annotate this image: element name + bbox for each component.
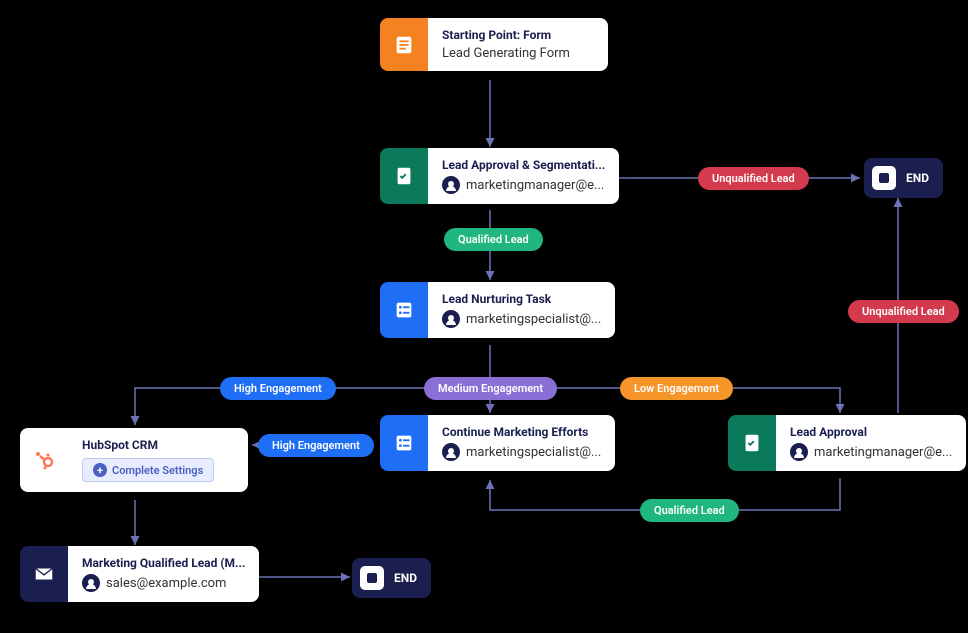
pill-unqualified-lead: Unqualified Lead (698, 167, 809, 190)
pill-low-engagement: Low Engagement (620, 377, 733, 400)
node-assignee: sales@example.com (82, 574, 245, 592)
approval-icon (728, 415, 776, 471)
node-title: Continue Marketing Efforts (442, 425, 601, 439)
node-title: Lead Approval (790, 425, 952, 439)
pill-high-engagement: High Engagement (258, 434, 374, 457)
node-mql[interactable]: Marketing Qualified Lead (M... sales@exa… (20, 546, 259, 602)
pill-qualified-lead: Qualified Lead (444, 228, 543, 251)
plus-icon: + (93, 463, 107, 477)
end-label: END (906, 171, 929, 185)
node-lead-approval[interactable]: Lead Approval marketingmanager@e... (728, 415, 966, 471)
stop-icon (872, 166, 896, 190)
pill-medium-engagement: Medium Engagement (424, 377, 557, 400)
node-title: HubSpot CRM (82, 438, 234, 452)
node-lead-nurturing[interactable]: Lead Nurturing Task marketingspecialist@… (380, 282, 615, 338)
complete-settings-button[interactable]: +Complete Settings (82, 458, 214, 482)
task-icon (380, 282, 428, 338)
node-assignee: marketingspecialist@... (442, 443, 601, 461)
node-title: Lead Approval & Segmentati... (442, 158, 605, 172)
node-title: Starting Point: Form (442, 28, 594, 42)
node-starting-point[interactable]: Starting Point: Form Lead Generating For… (380, 18, 608, 71)
pill-high-engagement: High Engagement (220, 377, 336, 400)
node-lead-approval-segmentation[interactable]: Lead Approval & Segmentati... marketingm… (380, 148, 619, 204)
pill-unqualified-lead: Unqualified Lead (848, 300, 959, 323)
node-assignee: marketingmanager@e... (442, 176, 605, 194)
pill-qualified-lead: Qualified Lead (640, 499, 739, 522)
hubspot-icon (20, 428, 68, 492)
avatar-icon (442, 310, 460, 328)
node-title: Lead Nurturing Task (442, 292, 601, 306)
node-end[interactable]: END (352, 558, 431, 598)
mail-icon (20, 546, 68, 602)
node-continue-marketing[interactable]: Continue Marketing Efforts marketingspec… (380, 415, 615, 471)
stop-icon (360, 566, 384, 590)
node-subtitle: Lead Generating Form (442, 46, 594, 61)
node-assignee: marketingspecialist@... (442, 310, 601, 328)
form-icon (380, 18, 428, 71)
node-end[interactable]: END (864, 158, 943, 198)
avatar-icon (442, 443, 460, 461)
avatar-icon (442, 176, 460, 194)
node-hubspot-crm[interactable]: HubSpot CRM +Complete Settings (20, 428, 248, 492)
node-title: Marketing Qualified Lead (M... (82, 556, 245, 570)
end-label: END (394, 571, 417, 585)
avatar-icon (790, 443, 808, 461)
approval-icon (380, 148, 428, 204)
avatar-icon (82, 574, 100, 592)
node-assignee: marketingmanager@e... (790, 443, 952, 461)
task-icon (380, 415, 428, 471)
